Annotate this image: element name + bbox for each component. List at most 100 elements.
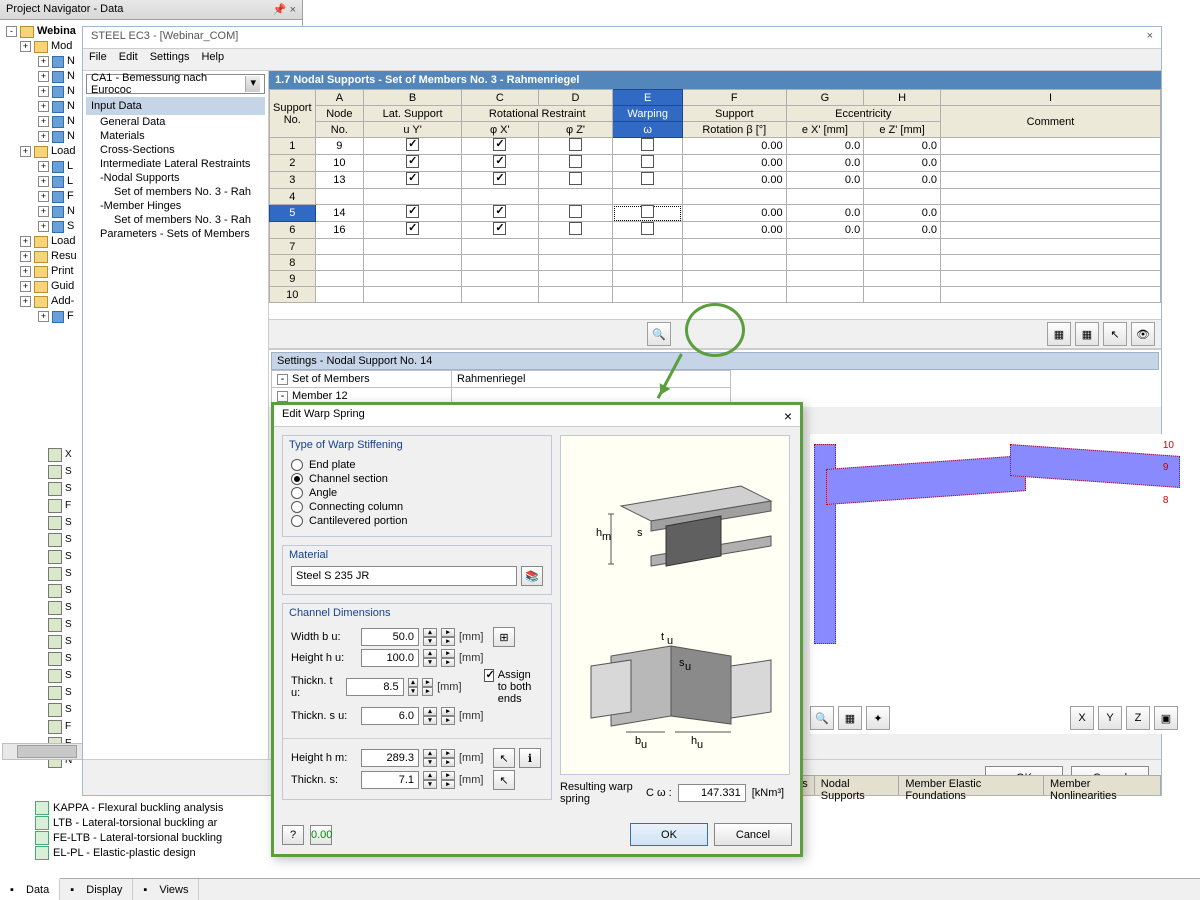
checkbox[interactable] xyxy=(569,172,582,185)
tree-node[interactable]: -Member Hinges xyxy=(86,199,265,213)
module-item[interactable]: S xyxy=(0,514,80,531)
checkbox[interactable] xyxy=(569,155,582,168)
checkbox[interactable] xyxy=(406,205,419,218)
module-item[interactable]: F xyxy=(0,718,80,735)
model-tab[interactable]: Member Nonlinearities xyxy=(1044,776,1161,795)
tab-display[interactable]: ▪Display xyxy=(60,879,133,900)
close-icon[interactable]: × xyxy=(784,408,792,423)
tree-node[interactable]: Set of members No. 3 - Rah xyxy=(86,185,265,199)
view-z-icon[interactable]: Z xyxy=(1126,706,1150,730)
expand-icon[interactable]: + xyxy=(38,116,49,127)
info-icon[interactable]: ℹ xyxy=(519,748,541,768)
spinner[interactable]: ▸▸ xyxy=(441,707,455,725)
pick-icon[interactable]: ↖ xyxy=(493,748,515,768)
checkbox[interactable] xyxy=(641,222,654,235)
expand-icon[interactable]: + xyxy=(38,221,49,232)
module-item[interactable]: S xyxy=(0,565,80,582)
spinner[interactable]: ▴▾ xyxy=(423,771,437,789)
tool-button[interactable]: ▦ xyxy=(1075,322,1099,346)
tree-node[interactable]: -Nodal Supports xyxy=(86,171,265,185)
radio-connecting-column[interactable]: Connecting column xyxy=(291,500,543,514)
spinner[interactable]: ▸▸ xyxy=(441,649,455,667)
units-icon[interactable]: ⊞ xyxy=(493,627,515,647)
expand-icon[interactable]: + xyxy=(20,146,31,157)
expand-icon[interactable]: + xyxy=(20,281,31,292)
module-item[interactable]: KAPPA - Flexural buckling analysis xyxy=(35,800,285,815)
menu-help[interactable]: Help xyxy=(201,51,224,68)
model-tab[interactable]: Nodal Supports xyxy=(815,776,900,795)
expand-icon[interactable]: + xyxy=(38,176,49,187)
module-item[interactable]: S xyxy=(0,463,80,480)
module-item[interactable]: EL-PL - Elastic-plastic design xyxy=(35,845,285,860)
expand-icon[interactable]: + xyxy=(38,101,49,112)
spinner[interactable]: ▴▾ xyxy=(423,707,437,725)
module-item[interactable]: S xyxy=(0,531,80,548)
ok-button[interactable]: OK xyxy=(630,823,708,846)
module-item[interactable]: S xyxy=(0,667,80,684)
grid[interactable]: SupportNo.ABCDEFGHINodeLat. SupportRotat… xyxy=(269,89,1161,319)
spinner[interactable]: ▴▾ xyxy=(423,628,437,646)
dim-input[interactable] xyxy=(361,749,419,767)
menu-edit[interactable]: Edit xyxy=(119,51,138,68)
checkbox[interactable] xyxy=(569,222,582,235)
tree-node[interactable]: Intermediate Lateral Restraints xyxy=(86,157,265,171)
spinner[interactable]: ▸▸ xyxy=(422,678,433,696)
checkbox[interactable] xyxy=(569,138,582,151)
model-tab[interactable]: Member Elastic Foundations xyxy=(899,776,1044,795)
checkbox[interactable] xyxy=(406,222,419,235)
checkbox[interactable] xyxy=(641,205,654,218)
module-item[interactable]: FE-LTB - Lateral-torsional buckling xyxy=(35,830,285,845)
expand-icon[interactable]: + xyxy=(20,251,31,262)
radio-end-plate[interactable]: End plate xyxy=(291,458,543,472)
radio-channel-section[interactable]: Channel section xyxy=(291,472,543,486)
module-item[interactable]: S xyxy=(0,633,80,650)
spinner[interactable]: ▸▸ xyxy=(441,628,455,646)
units-button[interactable]: 0.00 xyxy=(310,825,332,845)
expand-icon[interactable]: + xyxy=(38,311,49,322)
dim-input[interactable] xyxy=(346,678,404,696)
dim-input[interactable] xyxy=(361,771,419,789)
module-item[interactable]: S xyxy=(0,701,80,718)
eye-icon[interactable]: 👁 xyxy=(1131,322,1155,346)
tab-views[interactable]: ▪Views xyxy=(133,879,199,900)
expand-icon[interactable]: - xyxy=(6,26,17,37)
tree-node[interactable]: Set of members No. 3 - Rah xyxy=(86,213,265,227)
cancel-button[interactable]: Cancel xyxy=(714,823,792,846)
module-item[interactable]: S xyxy=(0,650,80,667)
spinner[interactable]: ▴▾ xyxy=(408,678,419,696)
module-item[interactable]: S xyxy=(0,616,80,633)
spinner[interactable]: ▸▸ xyxy=(441,771,455,789)
spinner[interactable]: ▸▸ xyxy=(441,749,455,767)
view-icon[interactable]: ✦ xyxy=(866,706,890,730)
checkbox[interactable] xyxy=(493,138,506,151)
spinner[interactable]: ▴▾ xyxy=(423,649,437,667)
expand-icon[interactable]: + xyxy=(20,41,31,52)
zoom-icon[interactable]: 🔍 xyxy=(810,706,834,730)
tool-button[interactable]: ▦ xyxy=(1047,322,1071,346)
checkbox[interactable] xyxy=(406,172,419,185)
checkbox[interactable] xyxy=(569,205,582,218)
model-viewport[interactable]: 1098 xyxy=(810,434,1180,734)
expand-icon[interactable]: + xyxy=(38,191,49,202)
tree-node[interactable]: Parameters - Sets of Members xyxy=(86,227,265,241)
tree-node[interactable]: Cross-Sections xyxy=(86,143,265,157)
steel-nav-tree[interactable]: CA1 - Bemessung nach Eurococ ▾ Input Dat… xyxy=(83,71,269,795)
module-item[interactable]: S xyxy=(0,582,80,599)
module-item[interactable]: LTB - Lateral-torsional buckling ar xyxy=(35,815,285,830)
view-x-icon[interactable]: X xyxy=(1070,706,1094,730)
module-item[interactable]: S xyxy=(0,684,80,701)
iso-view-icon[interactable]: ▣ xyxy=(1154,706,1178,730)
expand-icon[interactable]: + xyxy=(38,131,49,142)
checkbox[interactable] xyxy=(406,155,419,168)
menu-bar[interactable]: FileEditSettingsHelp xyxy=(83,49,1161,71)
expand-icon[interactable]: + xyxy=(20,266,31,277)
chevron-down-icon[interactable]: ▾ xyxy=(245,76,260,92)
dim-input[interactable] xyxy=(361,628,419,646)
menu-settings[interactable]: Settings xyxy=(150,51,190,68)
pick-button[interactable]: ↖ xyxy=(1103,322,1127,346)
edit-warp-button[interactable]: 🔍 xyxy=(647,322,671,346)
expand-icon[interactable]: + xyxy=(38,56,49,67)
checkbox[interactable] xyxy=(641,155,654,168)
assign-checkbox[interactable]: Assign to both ends xyxy=(484,669,543,705)
expand-icon[interactable]: + xyxy=(38,206,49,217)
